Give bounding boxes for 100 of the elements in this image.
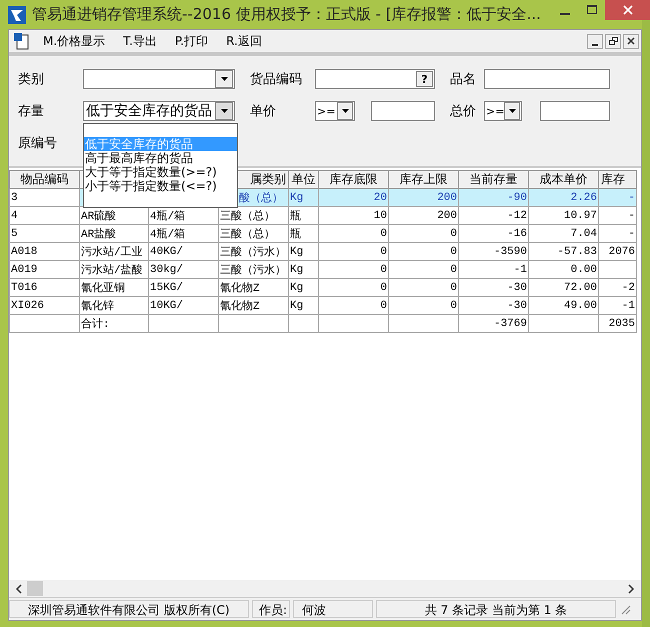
column-header: 库存底限 [318,170,388,188]
table-cell: Kg [288,242,318,260]
table-cell: Kg [288,260,318,278]
table-cell: - [598,188,636,206]
table-cell: 2.26 [528,188,598,206]
table-cell: 0 [318,224,388,242]
table-cell: XI026 [10,296,80,314]
field-label: 总价 [450,103,476,120]
table-cell: 三酸（污水） [218,260,288,278]
dropdown-arrow-icon[interactable] [342,109,348,113]
table-cell: 三酸（污水） [218,242,288,260]
table-cell: 5 [10,224,80,242]
column-header: 当前存量 [458,170,528,188]
table-cell: 0 [318,260,388,278]
table-cell: - [598,206,636,224]
table-cell: -30 [458,278,528,296]
table-cell: -90 [458,188,528,206]
table-cell: 4瓶/箱 [148,224,218,242]
resize-grip-icon [619,603,631,615]
table-cell: -57.83 [528,242,598,260]
dropdown-arrow-icon[interactable] [220,77,228,81]
table-cell: 0 [388,296,458,314]
table-cell: 污水站/盐酸 [80,260,148,278]
field-label: 货品编码 [250,71,302,88]
table-cell: 瓶 [288,206,318,224]
table-cell: -1 [598,296,636,314]
table-cell: 200 [388,188,458,206]
table-cell: 20 [318,188,388,206]
dropdown-arrow-icon[interactable] [220,109,228,113]
table-cell: 氰化物Z [218,278,288,296]
input-field[interactable] [484,69,610,89]
status-text: 何波 [293,600,373,618]
field-label: 单价 [250,103,276,120]
table-cell: 0 [388,242,458,260]
column-header: 物品编码 [10,170,80,188]
input-field[interactable] [371,101,435,121]
close-button[interactable] [623,34,639,48]
lookup-button[interactable]: ? [416,71,433,87]
app-logo-icon [8,6,26,24]
menu-item[interactable]: T.导出 [119,32,161,50]
dropdown-arrow-icon[interactable] [508,109,516,113]
table-cell: Kg [288,296,318,314]
input-field[interactable] [540,101,610,121]
document-icon [13,32,29,50]
dropdown-option[interactable]: 高于最高库存的货品 [84,151,237,165]
table-cell: -30 [458,296,528,314]
column-header: 成本单价 [528,170,598,188]
horizontal-scrollbar[interactable] [9,580,641,597]
scroll-thumb[interactable] [27,581,43,596]
scroll-left-icon[interactable] [15,584,23,594]
table-cell: 49.00 [528,296,598,314]
table-cell: AR盐酸 [80,224,148,242]
column-header: 单位 [288,170,318,188]
table-cell: -16 [458,224,528,242]
table-cell: 2076 [598,242,636,260]
table-cell: 2035 [598,314,636,332]
table-cell: A018 [10,242,80,260]
scroll-right-icon[interactable] [627,584,635,594]
table-cell: 10 [318,206,388,224]
table-cell: 0 [388,260,458,278]
table-cell: 40KG/ [148,242,218,260]
table-cell: 10.97 [528,206,598,224]
table-cell: - [598,224,636,242]
table-cell: 3 [10,188,80,206]
table-cell: -1 [458,260,528,278]
menu-item[interactable]: M.价格显示 [39,32,110,50]
table-cell: 0 [318,278,388,296]
table-cell: 0 [388,224,458,242]
minimize-button[interactable] [587,34,603,48]
table-cell: Kg [288,188,318,206]
dropdown[interactable]: 低于安全库存的货品 [83,101,235,121]
table-cell: 0.00 [528,260,598,278]
dropdown[interactable]: >= [484,101,522,121]
table-cell: 4 [10,206,80,224]
restore-button[interactable] [605,34,621,48]
table-cell: 氰化物Z [218,296,288,314]
menu-item[interactable]: P.打印 [170,32,212,50]
table-cell: 30kg/ [148,260,218,278]
menu-item[interactable]: R.返回 [222,32,266,50]
table-cell: T016 [10,278,80,296]
table-cell: -3769 [458,314,528,332]
status-text: 作员: [252,600,290,618]
table-cell: -2 [598,278,636,296]
table-cell: 污水站/工业 [80,242,148,260]
dropdown[interactable]: >= [315,101,355,121]
field-label: 类别 [18,71,44,88]
restore-icon [608,36,618,46]
table-cell: 0 [318,242,388,260]
table-cell: -3590 [458,242,528,260]
table-cell: Kg [288,278,318,296]
table-cell: -12 [458,206,528,224]
window-title: 管易通进销存管理系统--2016 使用权授予：正式版 - [库存报警：低于安全... [32,5,542,24]
table-cell: 0 [388,278,458,296]
table-cell: 72.00 [528,278,598,296]
field-label: 存量 [18,103,44,120]
status-text: 深圳管易通软件有限公司 版权所有(C) [9,600,249,618]
input-field[interactable]: ? [315,69,435,89]
table-cell: 氰化亚铜 [80,278,148,296]
table-cell: A019 [10,260,80,278]
status-text: 共 7 条记录 当前为第 1 条 [376,600,616,618]
